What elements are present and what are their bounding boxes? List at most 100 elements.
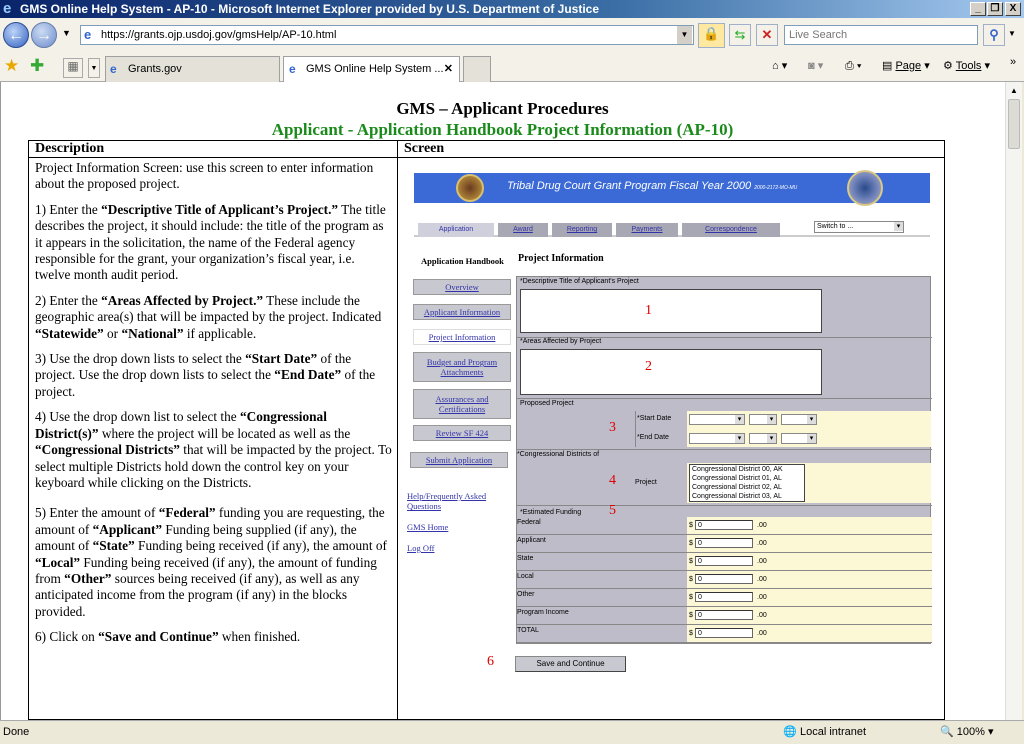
currency-symbol: $: [689, 612, 693, 619]
sidebar-assurances[interactable]: Assurances and Certifications: [413, 389, 511, 419]
print-icon[interactable]: ⎙ ▾: [845, 56, 861, 76]
end-day-select[interactable]: [749, 433, 777, 444]
district-option[interactable]: Congressional District 02, AL: [692, 483, 804, 492]
start-date-label: *Start Date: [637, 415, 672, 422]
screen-tab-application[interactable]: Application: [418, 223, 494, 237]
tab-gms-help[interactable]: GMS Online Help System ... ✕: [283, 56, 460, 82]
minimize-button[interactable]: _: [970, 2, 986, 16]
funding-label: Other: [517, 591, 535, 598]
page-subtitle: Applicant - Application Handbook Project…: [271, 120, 734, 139]
column-divider: [397, 141, 398, 720]
step-6: 6) Click on “Save and Continue” when fin…: [35, 629, 301, 645]
sidebar-overview[interactable]: Overview: [413, 279, 511, 295]
close-tab-icon[interactable]: ✕: [444, 57, 453, 81]
page-menu[interactable]: ▤ Page ▾: [882, 56, 930, 76]
scroll-thumb[interactable]: [1008, 99, 1020, 149]
funding-input[interactable]: 0: [695, 610, 753, 620]
currency-symbol: $: [689, 576, 693, 583]
sidebar-title: Application Handbook: [421, 256, 504, 266]
districts-listbox[interactable]: Congressional District 00, AK Congression…: [689, 464, 805, 502]
screen-tab-reporting[interactable]: Reporting: [552, 223, 612, 237]
forward-button[interactable]: →: [31, 22, 57, 48]
end-year-select[interactable]: [781, 433, 817, 444]
sidebar-applicant-information[interactable]: Applicant Information: [413, 304, 511, 320]
home-icon[interactable]: ⌂ ▾: [772, 56, 787, 76]
funding-input[interactable]: 0: [695, 574, 753, 584]
page-menu-label: Page: [895, 60, 922, 72]
funding-row: State $ 0 .00: [517, 553, 932, 571]
link-help-faq[interactable]: Help/Frequently Asked Questions: [407, 491, 499, 511]
link-gms-home[interactable]: GMS Home: [407, 522, 448, 532]
switch-to-select[interactable]: Switch to ...: [814, 221, 904, 233]
zoom-control[interactable]: 🔍 100% ▾: [940, 721, 993, 743]
tools-menu-label: Tools: [955, 60, 982, 72]
step-5: 5) Enter the amount of “Federal” funding…: [35, 505, 387, 619]
funding-row: Other $ 0 .00: [517, 589, 932, 607]
back-button[interactable]: ←: [3, 22, 29, 48]
description-text: Project Information Screen: use this scr…: [35, 160, 393, 655]
district-option[interactable]: Congressional District 03, AL: [692, 492, 804, 501]
new-tab-button[interactable]: [463, 56, 491, 82]
funding-row: Program Income $ 0 .00: [517, 607, 932, 625]
sidebar-submit-application[interactable]: Submit Application: [410, 452, 508, 468]
district-option[interactable]: Congressional District 00, AK: [692, 465, 804, 474]
screen-tab-award[interactable]: Award: [498, 223, 548, 237]
quick-tabs-icon[interactable]: ▦: [63, 58, 83, 78]
start-day-select[interactable]: [749, 414, 777, 425]
start-year-select[interactable]: [781, 414, 817, 425]
tab-label: Grants.gov: [128, 63, 182, 75]
stop-button[interactable]: ✕: [756, 24, 778, 46]
areas-textarea[interactable]: [520, 349, 822, 395]
refresh-button[interactable]: ⇆: [729, 24, 751, 46]
search-options-icon[interactable]: ▼: [1008, 29, 1016, 38]
sidebar-budget[interactable]: Budget and Program Attachments: [413, 352, 511, 382]
marker-1: 1: [645, 303, 652, 318]
lock-icon[interactable]: 🔒: [698, 23, 725, 48]
funding-input[interactable]: 0: [695, 628, 753, 638]
page-title: GMS – Applicant Procedures: [396, 99, 609, 118]
save-and-continue-button[interactable]: Save and Continue: [515, 656, 626, 672]
currency-symbol: $: [689, 594, 693, 601]
proposed-label: Proposed Project: [520, 400, 574, 407]
funding-input[interactable]: 0: [695, 556, 753, 566]
funding-row: Federal $ 0 .00: [517, 517, 932, 535]
marker-6: 6: [487, 654, 494, 669]
tab-favicon: e: [110, 62, 117, 76]
more-tools-icon[interactable]: »: [1010, 52, 1016, 72]
tab-grants-gov[interactable]: Grants.gov: [105, 56, 280, 82]
currency-symbol: $: [689, 540, 693, 547]
link-log-off[interactable]: Log Off: [407, 543, 434, 553]
title-label: *Descriptive Title of Applicant's Projec…: [520, 278, 639, 285]
screen-tab-payments[interactable]: Payments: [616, 223, 678, 237]
sidebar-project-information[interactable]: Project Information: [413, 329, 511, 345]
address-dropdown-button[interactable]: ▼: [677, 26, 692, 44]
security-zone: Local intranet: [800, 726, 867, 738]
funding-input[interactable]: 0: [695, 520, 753, 530]
funding-input[interactable]: 0: [695, 538, 753, 548]
navigation-toolbar: ← → ▼ https://grants.ojp.usdoj.gov/gmsHe…: [0, 18, 1024, 52]
vertical-scrollbar[interactable]: ▲: [1005, 82, 1022, 720]
funding-row: Applicant $ 0 .00: [517, 535, 932, 553]
funding-label: Program Income: [517, 609, 569, 616]
search-input[interactable]: [784, 25, 978, 45]
restore-button[interactable]: ❐: [987, 2, 1003, 16]
tab-list-dropdown[interactable]: ▼: [88, 58, 100, 78]
feeds-icon[interactable]: ◙ ▾: [808, 56, 823, 76]
district-option[interactable]: Congressional District 01, AL: [692, 474, 804, 483]
start-month-select[interactable]: [689, 414, 745, 425]
sidebar-review-sf424[interactable]: Review SF 424: [413, 425, 511, 441]
history-dropdown-icon[interactable]: ▼: [62, 28, 71, 38]
add-favorite-icon[interactable]: ✚: [30, 56, 44, 76]
funding-input[interactable]: 0: [695, 592, 753, 602]
end-month-select[interactable]: [689, 433, 745, 444]
title-textarea[interactable]: [520, 289, 822, 333]
screen-tab-correspondence[interactable]: Correspondence: [682, 223, 780, 237]
cents-label: .00: [757, 594, 767, 601]
tools-menu[interactable]: ⚙ Tools ▾: [943, 56, 990, 76]
address-bar[interactable]: https://grants.ojp.usdoj.gov/gmsHelp/AP-…: [80, 25, 694, 45]
favorites-star-icon[interactable]: ★: [4, 56, 19, 76]
banner-title: Tribal Drug Court Grant Program Fiscal Y…: [507, 180, 798, 192]
close-window-button[interactable]: X: [1005, 2, 1021, 16]
page-icon: e: [84, 27, 92, 42]
search-icon[interactable]: ⚲: [983, 24, 1005, 46]
